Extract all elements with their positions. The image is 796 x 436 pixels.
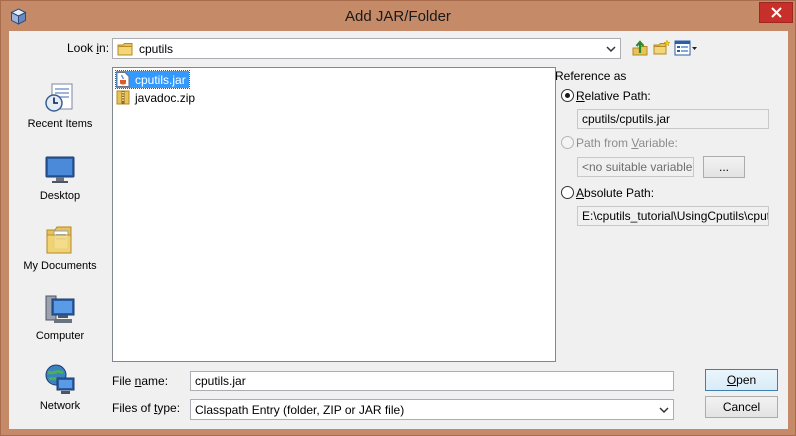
variable-dropdown[interactable]: <no suitable variable> (577, 157, 694, 177)
network-icon (45, 364, 75, 394)
file-name: javadoc.zip (135, 90, 196, 105)
up-one-level-icon[interactable] (631, 39, 649, 57)
dialog-client-area: Look in: cputils Recent Items Desktop My… (9, 31, 788, 429)
place-label: Network (39, 400, 81, 412)
files-of-type-dropdown[interactable]: Classpath Entry (folder, ZIP or JAR file… (190, 399, 674, 420)
absolute-path-radio[interactable] (561, 186, 574, 199)
place-my-documents[interactable]: My Documents (19, 223, 101, 272)
files-of-type-label: Files of type: (112, 401, 181, 415)
file-item-javadoc-zip[interactable]: javadoc.zip (116, 89, 198, 106)
file-item-cputils-jar[interactable]: cputils.jar (115, 70, 190, 89)
place-computer[interactable]: Computer (19, 293, 101, 342)
desktop-icon (45, 156, 75, 183)
variable-browse-button[interactable]: ... (703, 156, 745, 178)
reference-as-heading: Reference as (555, 69, 627, 83)
recent-items-icon (45, 83, 73, 112)
open-button[interactable]: Open (705, 369, 778, 391)
place-label: Recent Items (27, 118, 93, 130)
absolute-path-field[interactable]: E:\cputils_tutorial\UsingCputils\cputils… (577, 206, 769, 226)
places-bar: Recent Items Desktop My Documents Comput… (19, 69, 101, 419)
place-label: My Documents (23, 260, 97, 272)
place-label: Desktop (39, 190, 81, 202)
close-button[interactable] (759, 2, 793, 23)
path-from-variable-label: Path from Variable: (576, 136, 678, 150)
folder-icon (117, 42, 133, 55)
file-name: cputils.jar (135, 72, 186, 87)
jar-file-icon (116, 72, 130, 87)
zip-file-icon (116, 90, 130, 105)
path-from-variable-radio[interactable] (561, 136, 574, 149)
computer-icon (45, 295, 75, 323)
file-name-label: File name: (112, 374, 169, 388)
title-bar[interactable]: Add JAR/Folder (1, 1, 795, 31)
relative-path-label: Relative Path: (576, 89, 651, 103)
absolute-path-label: Absolute Path: (576, 186, 655, 200)
create-new-folder-icon[interactable] (653, 39, 671, 57)
chevron-down-icon (606, 46, 616, 53)
my-documents-icon (46, 226, 72, 254)
look-in-dropdown[interactable]: cputils (112, 38, 621, 59)
file-list[interactable]: cputils.jar javadoc.zip (112, 67, 556, 362)
place-network[interactable]: Network (19, 363, 101, 412)
place-label: Computer (35, 330, 85, 342)
relative-path-field[interactable]: cputils/cputils.jar (577, 109, 769, 129)
view-menu-icon[interactable] (674, 39, 698, 57)
relative-path-radio[interactable] (561, 89, 574, 102)
window-title: Add JAR/Folder (345, 8, 451, 25)
files-of-type-value: Classpath Entry (folder, ZIP or JAR file… (195, 402, 405, 417)
dialog-window: Add JAR/Folder Look in: cputils Recent I… (0, 0, 796, 436)
close-icon (770, 7, 782, 18)
place-recent-items[interactable]: Recent Items (19, 81, 101, 130)
file-name-input[interactable]: cputils.jar (190, 371, 674, 391)
cancel-button[interactable]: Cancel (705, 396, 778, 418)
look-in-label: Look in: (67, 41, 110, 55)
chevron-down-icon (659, 407, 669, 414)
look-in-value: cputils (139, 41, 174, 56)
place-desktop[interactable]: Desktop (19, 153, 101, 202)
